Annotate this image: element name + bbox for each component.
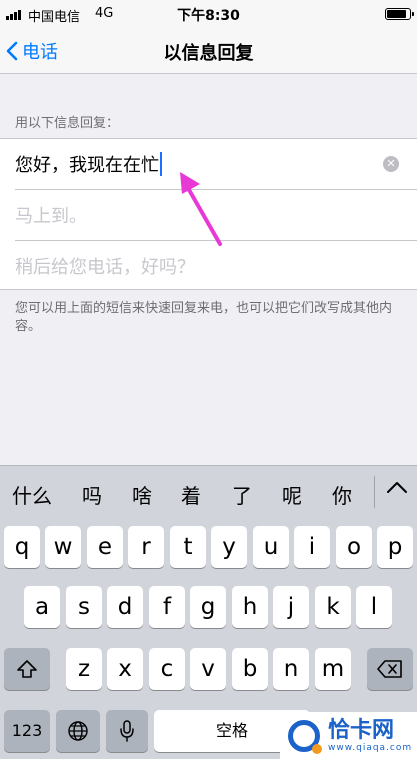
reply-field-3-placeholder: 稍后给您电话，好吗？ — [15, 256, 195, 278]
key-l[interactable]: l — [356, 586, 392, 628]
clear-text-icon[interactable]: ✕ — [383, 156, 399, 172]
key-k[interactable]: k — [315, 586, 351, 628]
suggestion-3[interactable]: 啥 — [122, 480, 162, 509]
key-t[interactable]: t — [170, 526, 206, 568]
key-h[interactable]: h — [232, 586, 268, 628]
key-d[interactable]: d — [107, 586, 143, 628]
key-u[interactable]: u — [253, 526, 289, 568]
shift-icon — [17, 660, 37, 678]
suggestion-divider — [374, 476, 375, 508]
suggestion-7[interactable]: 你 — [322, 480, 362, 509]
key-i[interactable]: i — [294, 526, 330, 568]
status-bar: 中国电信 4G 下午8:30 — [0, 0, 417, 28]
page-title: 以信息回复 — [163, 43, 254, 64]
reply-field-2-placeholder: 马上到。 — [15, 205, 87, 227]
key-v[interactable]: v — [190, 648, 226, 690]
chevron-up-icon[interactable] — [386, 480, 408, 494]
dictation-key[interactable] — [106, 710, 148, 752]
key-j[interactable]: j — [273, 586, 309, 628]
key-n[interactable]: n — [273, 648, 309, 690]
key-r[interactable]: r — [128, 526, 164, 568]
suggestion-4[interactable]: 着 — [171, 480, 211, 509]
watermark-logo: 恰卡网 www.qiaqa.com — [280, 712, 417, 759]
numbers-key[interactable]: 123 — [4, 710, 50, 752]
suggestion-1[interactable]: 什么 — [10, 480, 54, 509]
globe-icon — [68, 721, 88, 741]
microphone-icon — [120, 720, 134, 742]
key-o[interactable]: o — [336, 526, 372, 568]
key-z[interactable]: z — [66, 648, 102, 690]
suggestion-bar: 什么 吗 啥 着 了 呢 你 — [0, 466, 417, 518]
globe-key[interactable] — [56, 710, 100, 752]
key-f[interactable]: f — [149, 586, 185, 628]
text-cursor — [160, 152, 162, 176]
key-c[interactable]: c — [149, 648, 185, 690]
shift-key[interactable] — [4, 648, 50, 690]
key-b[interactable]: b — [232, 648, 268, 690]
key-q[interactable]: q — [4, 526, 40, 568]
watermark-brand: 恰卡网 — [328, 717, 395, 743]
key-x[interactable]: x — [107, 648, 143, 690]
key-m[interactable]: m — [315, 648, 351, 690]
key-w[interactable]: w — [45, 526, 81, 568]
suggestion-5[interactable]: 了 — [222, 480, 262, 509]
key-e[interactable]: e — [87, 526, 123, 568]
battery-icon — [385, 8, 414, 20]
suggestion-6[interactable]: 呢 — [272, 480, 312, 509]
watermark-url: www.qiaqa.com — [328, 742, 413, 753]
key-y[interactable]: y — [211, 526, 247, 568]
key-p[interactable]: p — [377, 526, 413, 568]
clock: 下午8:30 — [177, 8, 240, 24]
brand-logo-icon — [288, 719, 322, 754]
annotation-arrow-icon — [180, 172, 222, 246]
footer-note: 您可以用上面的短信来快速回复来电，也可以把它们改写成其他内容。 — [15, 301, 393, 334]
suggestion-2[interactable]: 吗 — [72, 480, 112, 509]
section-header: 用以下信息回复： — [15, 116, 120, 131]
key-a[interactable]: a — [24, 586, 60, 628]
navigation-bar: 电话 以信息回复 — [0, 28, 417, 74]
backspace-icon — [377, 660, 402, 678]
key-s[interactable]: s — [66, 586, 102, 628]
reply-field-1-value: 您好，我现在在忙 — [15, 151, 162, 177]
key-g[interactable]: g — [190, 586, 226, 628]
delete-key[interactable] — [367, 648, 413, 690]
